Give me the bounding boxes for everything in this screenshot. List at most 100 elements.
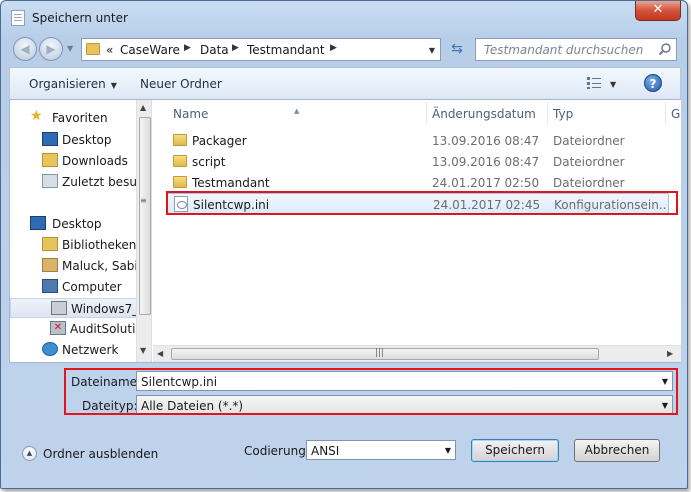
view-options-icon[interactable] (586, 76, 602, 90)
navigation-pane: ★ Favoriten Desktop Downloads Zuletzt be… (10, 100, 152, 362)
nav-item-label: Downloads (62, 154, 128, 168)
save-as-dialog: Speichern unter ✕ ◀ ▶ ▼ « CaseWare ▶ Dat… (0, 0, 688, 489)
folder-icon (173, 155, 187, 167)
column-header-date[interactable]: Änderungsdatum (432, 107, 536, 121)
forward-button[interactable]: ▶ (39, 37, 63, 61)
file-type: Dateiordner (553, 176, 625, 190)
nav-item-label: Maluck, Sabine (62, 259, 140, 273)
nav-item-label: Windows7_OS (C:) (71, 302, 139, 316)
scroll-thumb[interactable]: ||| (171, 348, 599, 360)
window-title: Speichern unter (32, 11, 128, 25)
computer-icon (42, 279, 58, 293)
file-row-script[interactable]: script 13.09.2016 08:47 Dateiordner (167, 151, 669, 172)
folder-icon (173, 134, 187, 146)
nav-scrollbar[interactable]: ▲ ≡ ▼ (136, 100, 151, 362)
chevron-down-icon[interactable]: ▼ (445, 446, 451, 455)
grip-icon: ||| (375, 348, 385, 358)
star-icon: ★ (30, 108, 43, 124)
scroll-left-icon[interactable]: ◀ (157, 349, 163, 358)
column-divider[interactable] (426, 102, 427, 124)
column-divider[interactable] (547, 102, 548, 124)
new-folder-button[interactable]: Neuer Ordner (140, 77, 222, 91)
horizontal-scrollbar[interactable]: ◀ ||| ▶ (153, 345, 681, 362)
back-button[interactable]: ◀ (13, 37, 37, 61)
organize-label: Organisieren (29, 77, 106, 91)
breadcrumb-overflow[interactable]: « (106, 43, 113, 57)
cancel-button[interactable]: Abbrechen (574, 439, 660, 462)
column-header-name[interactable]: Name (173, 107, 208, 121)
network-icon (42, 342, 58, 356)
breadcrumb-data[interactable]: Data (200, 43, 229, 57)
drive-icon (51, 301, 67, 315)
scroll-right-icon[interactable]: ▶ (667, 349, 673, 358)
nav-item-label: Computer (62, 280, 122, 294)
nav-item-downloads[interactable]: Downloads (10, 151, 140, 171)
file-row-testmandant[interactable]: Testmandant 24.01.2017 02:50 Dateiordner (167, 172, 669, 193)
breadcrumb-caseware[interactable]: CaseWare (120, 43, 180, 57)
chevron-right-icon[interactable]: ▶ (184, 43, 191, 53)
desktop-icon (30, 216, 46, 230)
sort-ascending-icon: ▲ (294, 107, 300, 115)
folder-icon (173, 176, 187, 188)
grip-icon: ≡ (140, 196, 147, 205)
scroll-up-icon[interactable]: ▲ (140, 103, 146, 112)
folder-icon (86, 43, 100, 55)
nav-item-label: Desktop (62, 133, 112, 147)
highlight-filename-fields (64, 368, 678, 415)
highlight-selected-file (166, 191, 678, 215)
column-header-type[interactable]: Typ (553, 107, 573, 121)
nav-item-label: Bibliotheken (62, 238, 137, 252)
nav-item-desktop-root[interactable]: Desktop (10, 214, 140, 234)
nav-item-auditsolutions[interactable]: ✕ AuditSolutions (10, 319, 140, 339)
nav-item-network[interactable]: Netzwerk (10, 340, 140, 360)
file-type: Dateiordner (553, 134, 625, 148)
chevron-right-icon[interactable]: ▶ (330, 43, 337, 53)
recent-places-icon (42, 174, 58, 188)
save-button[interactable]: Speichern (471, 439, 559, 462)
column-divider[interactable] (665, 102, 666, 124)
downloads-icon (42, 153, 58, 167)
nav-item-label: Desktop (52, 217, 102, 231)
file-name: Testmandant (192, 176, 270, 190)
breadcrumb-testmandant[interactable]: Testmandant (247, 43, 325, 57)
browser-panel: ★ Favoriten Desktop Downloads Zuletzt be… (9, 100, 681, 363)
hide-folders-button[interactable]: Ordner ausblenden (43, 447, 158, 461)
nav-item-desktop[interactable]: Desktop (10, 130, 140, 150)
nav-item-user[interactable]: Maluck, Sabine (10, 256, 140, 276)
column-header-size[interactable]: G (671, 107, 680, 121)
search-placeholder: Testmandant durchsuchen (484, 43, 644, 57)
file-row-packager[interactable]: Packager 13.09.2016 08:47 Dateiordner (167, 130, 669, 151)
nav-item-label: AuditSolutions (70, 322, 140, 336)
address-bar[interactable]: « CaseWare ▶ Data ▶ Testmandant ▶ ▼ (81, 38, 441, 61)
close-button[interactable]: ✕ (635, 1, 681, 21)
search-icon (658, 43, 671, 56)
chevron-down-icon: ▼ (110, 81, 117, 90)
nav-item-windows7-os[interactable]: Windows7_OS (C:) (10, 298, 140, 318)
nav-item-recent[interactable]: Zuletzt besucht (10, 172, 140, 192)
scroll-thumb[interactable] (139, 117, 151, 315)
scroll-down-icon[interactable]: ▼ (140, 346, 146, 355)
organize-button[interactable]: Organisieren ▼ (29, 77, 117, 91)
search-input[interactable]: Testmandant durchsuchen (475, 38, 677, 61)
file-date: 24.01.2017 02:50 (432, 176, 540, 190)
chevron-up-icon[interactable]: ▲ (22, 446, 37, 461)
file-date: 13.09.2016 08:47 (432, 134, 540, 148)
libraries-icon (42, 237, 58, 251)
address-bar-row: ◀ ▶ ▼ « CaseWare ▶ Data ▶ Testmandant ▶ … (9, 35, 681, 63)
title-bar[interactable]: Speichern unter ✕ (1, 1, 687, 33)
nav-item-libraries[interactable]: Bibliotheken (10, 235, 140, 255)
nav-item-computer[interactable]: Computer (10, 277, 140, 297)
view-dropdown-icon[interactable]: ▼ (610, 80, 616, 89)
encoding-value: ANSI (311, 444, 340, 458)
encoding-select[interactable]: ANSI ▼ (306, 440, 456, 460)
command-bar: Organisieren ▼ Neuer Ordner ▼ ? (9, 67, 681, 100)
nav-item-label: Netzwerk (62, 343, 119, 357)
chevron-right-icon[interactable]: ▶ (232, 43, 239, 53)
recent-pages-dropdown-icon[interactable]: ▼ (67, 44, 73, 53)
file-name: script (192, 155, 226, 169)
nav-item-favorites[interactable]: ★ Favoriten (10, 108, 140, 128)
refresh-icon[interactable]: ⇆ (446, 40, 468, 58)
desktop-icon (42, 132, 58, 146)
help-icon[interactable]: ? (644, 74, 662, 92)
address-dropdown-icon[interactable]: ▼ (429, 46, 435, 55)
